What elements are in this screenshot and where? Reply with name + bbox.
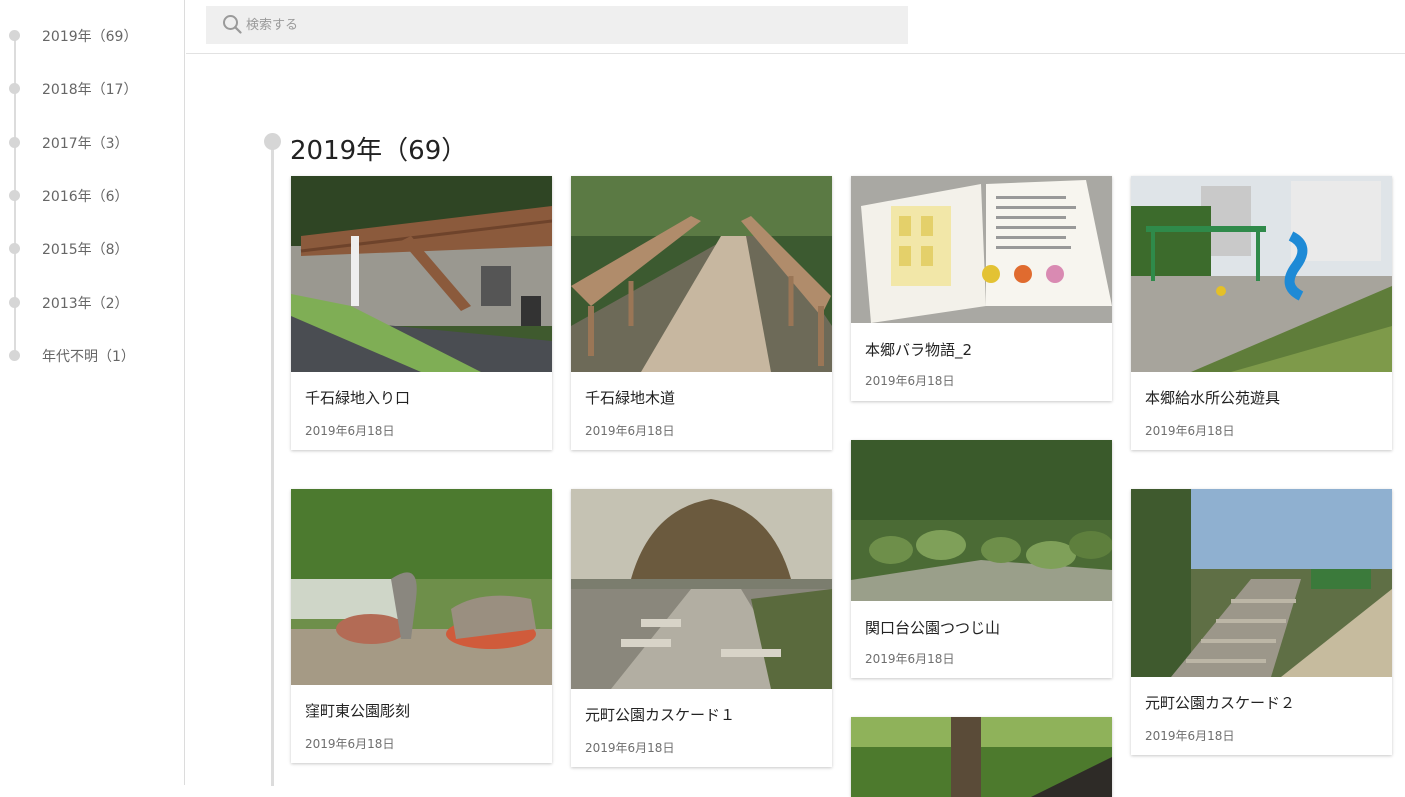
card-date: 2019年6月18日 bbox=[305, 424, 395, 438]
card-photo bbox=[851, 717, 1112, 797]
card-photo bbox=[851, 440, 1112, 601]
photo-card[interactable]: 本郷バラ物語_2 2019年6月18日 bbox=[851, 176, 1112, 401]
photo-card[interactable]: 元町公園カスケード１ 2019年6月18日 bbox=[571, 489, 832, 767]
search-bar[interactable] bbox=[206, 6, 908, 44]
card-photo bbox=[1131, 489, 1392, 677]
card-date: 2019年6月18日 bbox=[305, 737, 395, 751]
card-title: 元町公園カスケード１ bbox=[585, 706, 736, 724]
card-date: 2019年6月18日 bbox=[865, 652, 955, 666]
card-photo bbox=[291, 176, 552, 372]
card-date: 2019年6月18日 bbox=[585, 424, 675, 438]
search-icon bbox=[222, 14, 242, 34]
card-title: 窪町東公園彫刻 bbox=[305, 702, 411, 720]
card-date: 2019年6月18日 bbox=[1145, 729, 1235, 743]
card-title: 本郷バラ物語_2 bbox=[865, 341, 973, 359]
year-timeline-sidebar: 2019年（69） 2018年（17） 2017年（3） 2016年（6） 20… bbox=[0, 0, 185, 785]
timeline-dot bbox=[9, 137, 20, 148]
year-label: 2017年（3） bbox=[42, 136, 129, 152]
photo-card[interactable]: 本郷給水所公苑遊具 2019年6月18日 bbox=[1131, 176, 1392, 450]
timeline-dot bbox=[9, 190, 20, 201]
card-photo bbox=[571, 176, 832, 372]
card-title: 元町公園カスケード２ bbox=[1145, 694, 1296, 712]
card-title: 千石緑地木道 bbox=[585, 389, 676, 407]
photo-card[interactable]: 千石緑地木道 2019年6月18日 bbox=[571, 176, 832, 450]
main-timeline-line bbox=[271, 146, 274, 786]
search-input[interactable] bbox=[246, 6, 896, 44]
card-title: 千石緑地入り口 bbox=[305, 389, 411, 407]
card-date: 2019年6月18日 bbox=[585, 741, 675, 755]
year-label: 2018年（17） bbox=[42, 82, 138, 98]
card-photo bbox=[571, 489, 832, 689]
photo-card[interactable] bbox=[851, 717, 1112, 797]
card-photo bbox=[851, 176, 1112, 323]
photo-card[interactable]: 千石緑地入り口 2019年6月18日 bbox=[291, 176, 552, 450]
timeline-dot bbox=[9, 350, 20, 361]
year-label: 2019年（69） bbox=[42, 29, 138, 45]
timeline-dot bbox=[9, 243, 20, 254]
section-timeline-dot bbox=[264, 133, 281, 150]
year-label: 2016年（6） bbox=[42, 189, 129, 205]
photo-card[interactable]: 関口台公園つつじ山 2019年6月18日 bbox=[851, 440, 1112, 678]
card-photo bbox=[291, 489, 552, 685]
year-label: 年代不明（1） bbox=[42, 349, 135, 365]
card-title: 本郷給水所公苑遊具 bbox=[1145, 389, 1281, 407]
photo-card[interactable]: 元町公園カスケード２ 2019年6月18日 bbox=[1131, 489, 1392, 755]
card-photo bbox=[1131, 176, 1392, 372]
card-title: 関口台公園つつじ山 bbox=[865, 619, 1001, 637]
timeline-dot bbox=[9, 83, 20, 94]
section-title: 2019年（69） bbox=[290, 136, 468, 166]
year-label: 2013年（2） bbox=[42, 296, 129, 312]
card-date: 2019年6月18日 bbox=[865, 374, 955, 388]
timeline-dot bbox=[9, 30, 20, 41]
header-divider bbox=[186, 53, 1405, 54]
card-date: 2019年6月18日 bbox=[1145, 424, 1235, 438]
photo-card[interactable]: 窪町東公園彫刻 2019年6月18日 bbox=[291, 489, 552, 763]
year-label: 2015年（8） bbox=[42, 242, 129, 258]
timeline-dot bbox=[9, 297, 20, 308]
